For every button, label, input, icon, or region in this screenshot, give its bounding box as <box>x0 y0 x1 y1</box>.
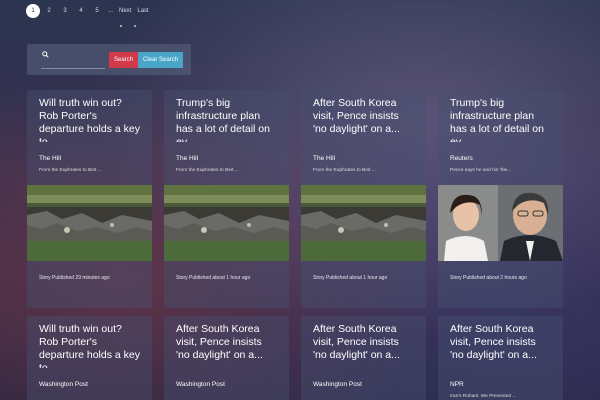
news-card[interactable]: Will truth win out? Rob Porter's departu… <box>27 316 152 400</box>
card-title: After South Korea visit, Pence insists '… <box>450 323 537 361</box>
news-card[interactable]: Trump's big infrastructure plan has a lo… <box>164 90 289 308</box>
card-title: After South Korea visit, Pence insists '… <box>313 323 400 361</box>
card-title: Will truth win out? Rob Porter's departu… <box>39 323 140 368</box>
card-source: Washington Post <box>176 381 225 388</box>
news-card[interactable]: After South Korea visit, Pence insists '… <box>301 90 426 308</box>
wreckage-photo <box>301 185 426 261</box>
card-snippet: Iran's Rohani: We Prevented ... <box>450 394 517 399</box>
wreckage-photo <box>27 185 152 261</box>
card-snippet: From the Euphrates to Beit ... <box>176 168 239 173</box>
page-link-2[interactable]: 2 <box>42 4 56 18</box>
news-card[interactable]: Will truth win out? Rob Porter's departu… <box>27 90 152 308</box>
page-link-1[interactable]: 1 <box>26 4 40 18</box>
card-source: Washington Post <box>39 381 88 388</box>
card-timestamp: Story Published about 1 hour ago <box>176 275 251 281</box>
card-title: After South Korea visit, Pence insists '… <box>313 97 400 135</box>
card-source: NPR <box>450 381 464 388</box>
card-title: Trump's big infrastructure plan has a lo… <box>176 97 270 142</box>
wreckage-photo <box>164 185 289 261</box>
card-timestamp: Story Published about 1 hour ago <box>313 275 388 281</box>
card-snippet: From the Euphrates to Beit ... <box>313 168 376 173</box>
people-photo <box>438 185 563 261</box>
card-title: After South Korea visit, Pence insists '… <box>176 323 263 361</box>
next-page-link[interactable]: Next <box>117 4 133 18</box>
news-card[interactable]: Trump's big infrastructure plan has a lo… <box>438 90 563 308</box>
card-snippet: From the Euphrates to Beit ... <box>39 168 102 173</box>
card-source: Reuters <box>450 155 473 162</box>
page-ellipsis: ... <box>108 8 114 14</box>
news-card[interactable]: After South Korea visit, Pence insists '… <box>164 316 289 400</box>
search-icon <box>42 51 49 58</box>
pager-dots <box>120 25 136 27</box>
card-title: Trump's big infrastructure plan has a lo… <box>450 97 544 142</box>
page-link-4[interactable]: 4 <box>74 4 88 18</box>
card-title: Will truth win out? Rob Porter's departu… <box>39 97 140 142</box>
card-snippet: Pence says he and his 'frie... <box>450 168 512 173</box>
news-card[interactable]: After South Korea visit, Pence insists '… <box>301 316 426 400</box>
card-timestamp: Story Published 29 minutes ago <box>39 275 110 281</box>
search-input[interactable] <box>41 54 105 69</box>
search-button[interactable]: Search <box>109 51 139 68</box>
page-link-5[interactable]: 5 <box>90 4 104 18</box>
search-panel: Search Clear Search <box>27 44 191 75</box>
clear-search-button[interactable]: Clear Search <box>138 51 184 68</box>
pagination: 1 2 3 4 5 ... Next Last <box>26 4 151 18</box>
card-source: The Hill <box>176 155 199 162</box>
card-source: Washington Post <box>313 381 362 388</box>
card-source: The Hill <box>313 155 336 162</box>
news-card[interactable]: After South Korea visit, Pence insists '… <box>438 316 563 400</box>
card-timestamp: Story Published about 2 hours ago <box>450 275 527 281</box>
card-source: The Hill <box>39 155 62 162</box>
last-page-link[interactable]: Last <box>135 4 150 18</box>
page-link-3[interactable]: 3 <box>58 4 72 18</box>
